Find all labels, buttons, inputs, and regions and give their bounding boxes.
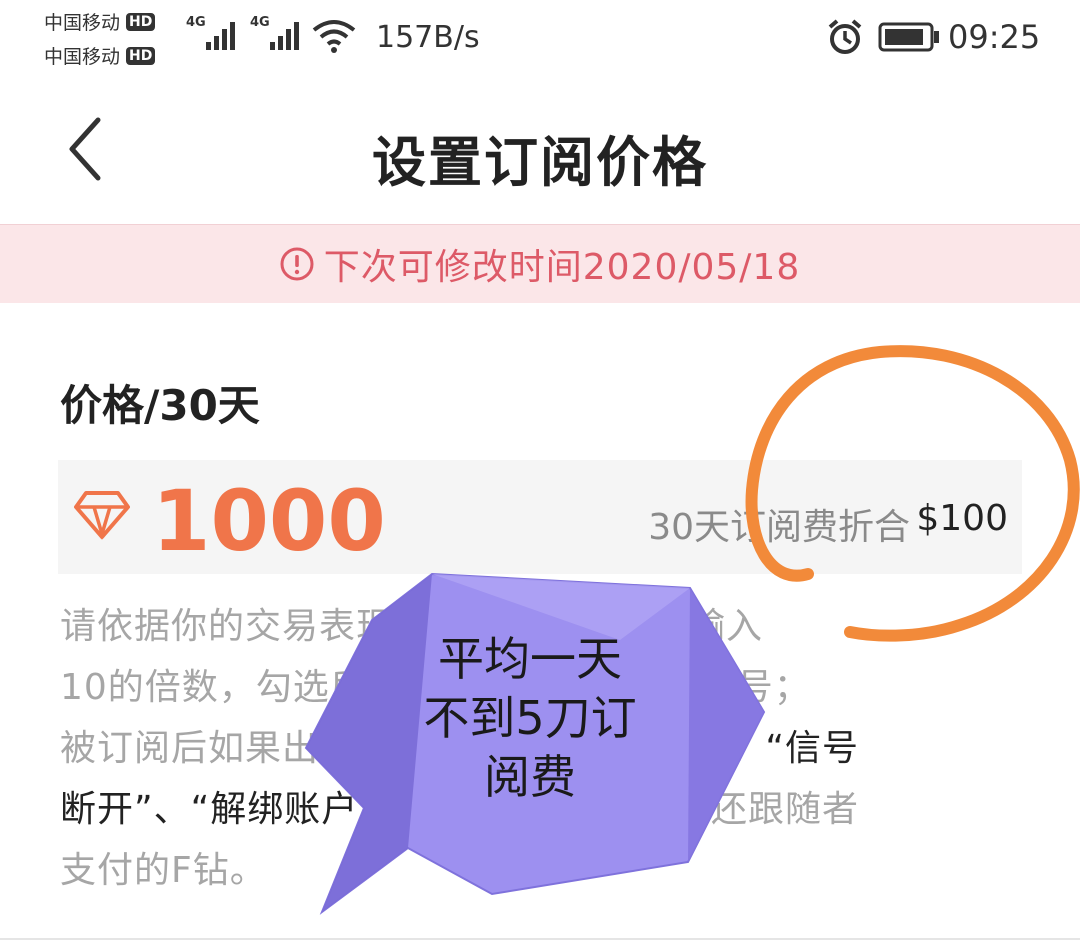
hd-badge-2: HD xyxy=(126,46,156,65)
net-speed: 157B/s xyxy=(376,20,480,55)
status-bar: 中国移动 HD 中国移动 HD 4G 4G 157B/s 09:25 xyxy=(0,0,1080,80)
bubble-text-line-3: 阅费 xyxy=(484,750,576,804)
carrier-1: 中国移动 HD xyxy=(44,8,156,35)
price-input-box[interactable]: 1000 30天订阅费折合 $100 xyxy=(58,460,1022,574)
battery-icon xyxy=(878,22,939,52)
signal-icon: 4G xyxy=(186,15,235,50)
price-value[interactable]: 1000 xyxy=(152,472,386,570)
svg-text:4G: 4G xyxy=(250,15,270,30)
clock: 09:25 xyxy=(948,18,1041,56)
carrier-2: 中国移动 HD xyxy=(44,42,156,69)
conversion-label: 30天订阅费折合 xyxy=(648,507,910,548)
wifi-icon xyxy=(312,20,356,53)
price-section-title: 价格/30天 xyxy=(60,381,260,430)
notice-text: 下次可修改时间2020/05/18 xyxy=(323,247,801,288)
carrier-2-label: 中国移动 xyxy=(44,46,121,68)
signal-icon-2: 4G xyxy=(250,15,299,50)
divider xyxy=(0,938,1080,940)
warning-icon xyxy=(280,247,314,281)
notice-banner: 下次可修改时间2020/05/18 xyxy=(0,224,1080,303)
annotation-bubble-text: 平均一天 不到5刀订 阅费 xyxy=(380,630,680,807)
svg-text:4G: 4G xyxy=(186,15,206,30)
alarm-icon xyxy=(828,19,862,54)
hd-badge-1: HD xyxy=(126,12,156,31)
carrier-1-label: 中国移动 xyxy=(44,12,121,34)
bubble-text-line-1: 平均一天 xyxy=(438,632,622,686)
usd-value: $100 xyxy=(916,498,1008,539)
desc-line-4-highlight: 断开”、“解绑账户” xyxy=(60,789,378,830)
desc-line-3-pre: 被订阅后如果出现 xyxy=(60,728,357,769)
desc-line-5: 支付的F钻。 xyxy=(60,850,267,891)
page-title: 设置订阅价格 xyxy=(372,131,708,194)
diamond-icon xyxy=(74,491,130,540)
nav-bar: 设置订阅价格 xyxy=(0,84,1080,220)
bubble-text-line-2: 不到5刀订 xyxy=(423,691,637,745)
